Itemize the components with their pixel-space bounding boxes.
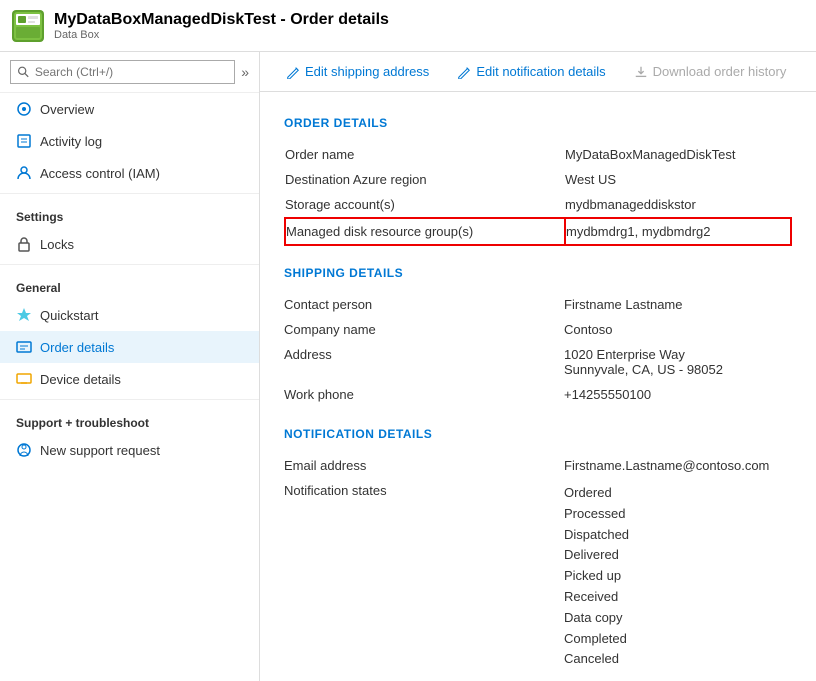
field-value: OrderedProcessedDispatchedDeliveredPicke… (564, 478, 792, 675)
sidebar-item-overview-label: Overview (40, 102, 94, 117)
field-value: Contoso (564, 317, 792, 342)
lock-icon (16, 236, 32, 252)
edit-shipping-button[interactable]: Edit shipping address (280, 60, 435, 83)
field-label: Notification states (284, 478, 564, 675)
sidebar-item-iam-label: Access control (IAM) (40, 166, 160, 181)
divider-general (0, 264, 259, 265)
table-row: Company name Contoso (284, 317, 792, 342)
order-icon (16, 339, 32, 355)
search-box[interactable] (10, 60, 235, 84)
notification-states-list: OrderedProcessedDispatchedDeliveredPicke… (564, 483, 792, 670)
notification-state-item: Received (564, 587, 792, 608)
field-value: mydbmanageddiskstor (565, 192, 791, 218)
field-value: +14255550100 (564, 382, 792, 407)
notification-state-item: Picked up (564, 566, 792, 587)
main-layout: » Overview Activity log (0, 52, 816, 681)
activity-icon (16, 133, 32, 149)
field-label: Managed disk resource group(s) (285, 218, 565, 245)
app-icon (12, 10, 44, 42)
download-icon (634, 65, 648, 79)
device-icon (16, 371, 32, 387)
field-label: Address (284, 342, 564, 382)
sidebar-item-device-details[interactable]: Device details (0, 363, 259, 395)
field-value: Firstname Lastname (564, 292, 792, 317)
support-icon (16, 442, 32, 458)
notification-details-section-header: NOTIFICATION DETAILS (284, 427, 792, 441)
notification-state-item: Completed (564, 629, 792, 650)
divider-support (0, 399, 259, 400)
field-label: Storage account(s) (285, 192, 565, 218)
table-row: Contact person Firstname Lastname (284, 292, 792, 317)
iam-icon (16, 165, 32, 181)
field-label: Destination Azure region (285, 167, 565, 192)
sidebar-item-support[interactable]: New support request (0, 434, 259, 466)
sidebar-item-overview[interactable]: Overview (0, 93, 259, 125)
quickstart-icon (16, 307, 32, 323)
table-row: Work phone +14255550100 (284, 382, 792, 407)
sidebar-item-quickstart[interactable]: Quickstart (0, 299, 259, 331)
search-input[interactable] (35, 65, 228, 79)
sidebar: » Overview Activity log (0, 52, 260, 681)
main-content: Edit shipping address Edit notification … (260, 52, 816, 681)
sidebar-item-iam[interactable]: Access control (IAM) (0, 157, 259, 189)
field-value: West US (565, 167, 791, 192)
table-row-highlighted: Managed disk resource group(s) mydbmdrg1… (285, 218, 791, 245)
toolbar: Edit shipping address Edit notification … (260, 52, 816, 92)
order-details-table: Order name MyDataBoxManagedDiskTest Dest… (284, 142, 792, 246)
section-support-label: Support + troubleshoot (0, 404, 259, 434)
table-row: Destination Azure region West US (285, 167, 791, 192)
notification-state-item: Ordered (564, 483, 792, 504)
search-icon (17, 65, 30, 79)
sidebar-search-container: » (0, 52, 259, 93)
notification-state-item: Delivered (564, 545, 792, 566)
field-label: Email address (284, 453, 564, 478)
table-row: Address 1020 Enterprise Way Sunnyvale, C… (284, 342, 792, 382)
divider-settings (0, 193, 259, 194)
table-row: Storage account(s) mydbmanageddiskstor (285, 192, 791, 218)
page-title: MyDataBoxManagedDiskTest - Order details (54, 11, 389, 29)
section-general-label: General (0, 269, 259, 299)
shipping-details-table: Contact person Firstname Lastname Compan… (284, 292, 792, 407)
notification-state-item: Processed (564, 504, 792, 525)
header-text-block: MyDataBoxManagedDiskTest - Order details… (54, 11, 389, 41)
notification-state-item: Dispatched (564, 525, 792, 546)
field-label: Order name (285, 142, 565, 167)
sidebar-item-order-details-label: Order details (40, 340, 114, 355)
overview-icon (16, 101, 32, 117)
field-value: 1020 Enterprise Way Sunnyvale, CA, US - … (564, 342, 792, 382)
page-subtitle: Data Box (54, 29, 389, 41)
sidebar-item-locks[interactable]: Locks (0, 228, 259, 260)
notification-details-table: Email address Firstname.Lastname@contoso… (284, 453, 792, 675)
edit-notification-icon (457, 65, 471, 79)
edit-notification-button[interactable]: Edit notification details (451, 60, 611, 83)
field-label: Company name (284, 317, 564, 342)
notification-state-item: Data copy (564, 608, 792, 629)
collapse-button[interactable]: » (241, 64, 249, 80)
download-history-button[interactable]: Download order history (628, 60, 793, 83)
sidebar-item-quickstart-label: Quickstart (40, 308, 99, 323)
shipping-details-section-header: SHIPPING DETAILS (284, 266, 792, 280)
sidebar-item-activity-log[interactable]: Activity log (0, 125, 259, 157)
section-settings-label: Settings (0, 198, 259, 228)
table-row: Notification states OrderedProcessedDisp… (284, 478, 792, 675)
sidebar-item-locks-label: Locks (40, 237, 74, 252)
order-details-section-header: ORDER DETAILS (284, 116, 792, 130)
field-label: Work phone (284, 382, 564, 407)
sidebar-item-activity-label: Activity log (40, 134, 102, 149)
sidebar-item-device-details-label: Device details (40, 372, 121, 387)
content-area: ORDER DETAILS Order name MyDataBoxManage… (260, 92, 816, 681)
edit-shipping-icon (286, 65, 300, 79)
field-value: MyDataBoxManagedDiskTest (565, 142, 791, 167)
table-row: Order name MyDataBoxManagedDiskTest (285, 142, 791, 167)
sidebar-item-order-details[interactable]: Order details (0, 331, 259, 363)
sidebar-item-support-label: New support request (40, 443, 160, 458)
field-value: Firstname.Lastname@contoso.com (564, 453, 792, 478)
field-value: mydbmdrg1, mydbmdrg2 (565, 218, 791, 245)
field-label: Contact person (284, 292, 564, 317)
table-row: Email address Firstname.Lastname@contoso… (284, 453, 792, 478)
notification-state-item: Canceled (564, 649, 792, 670)
page-header: MyDataBoxManagedDiskTest - Order details… (0, 0, 816, 52)
